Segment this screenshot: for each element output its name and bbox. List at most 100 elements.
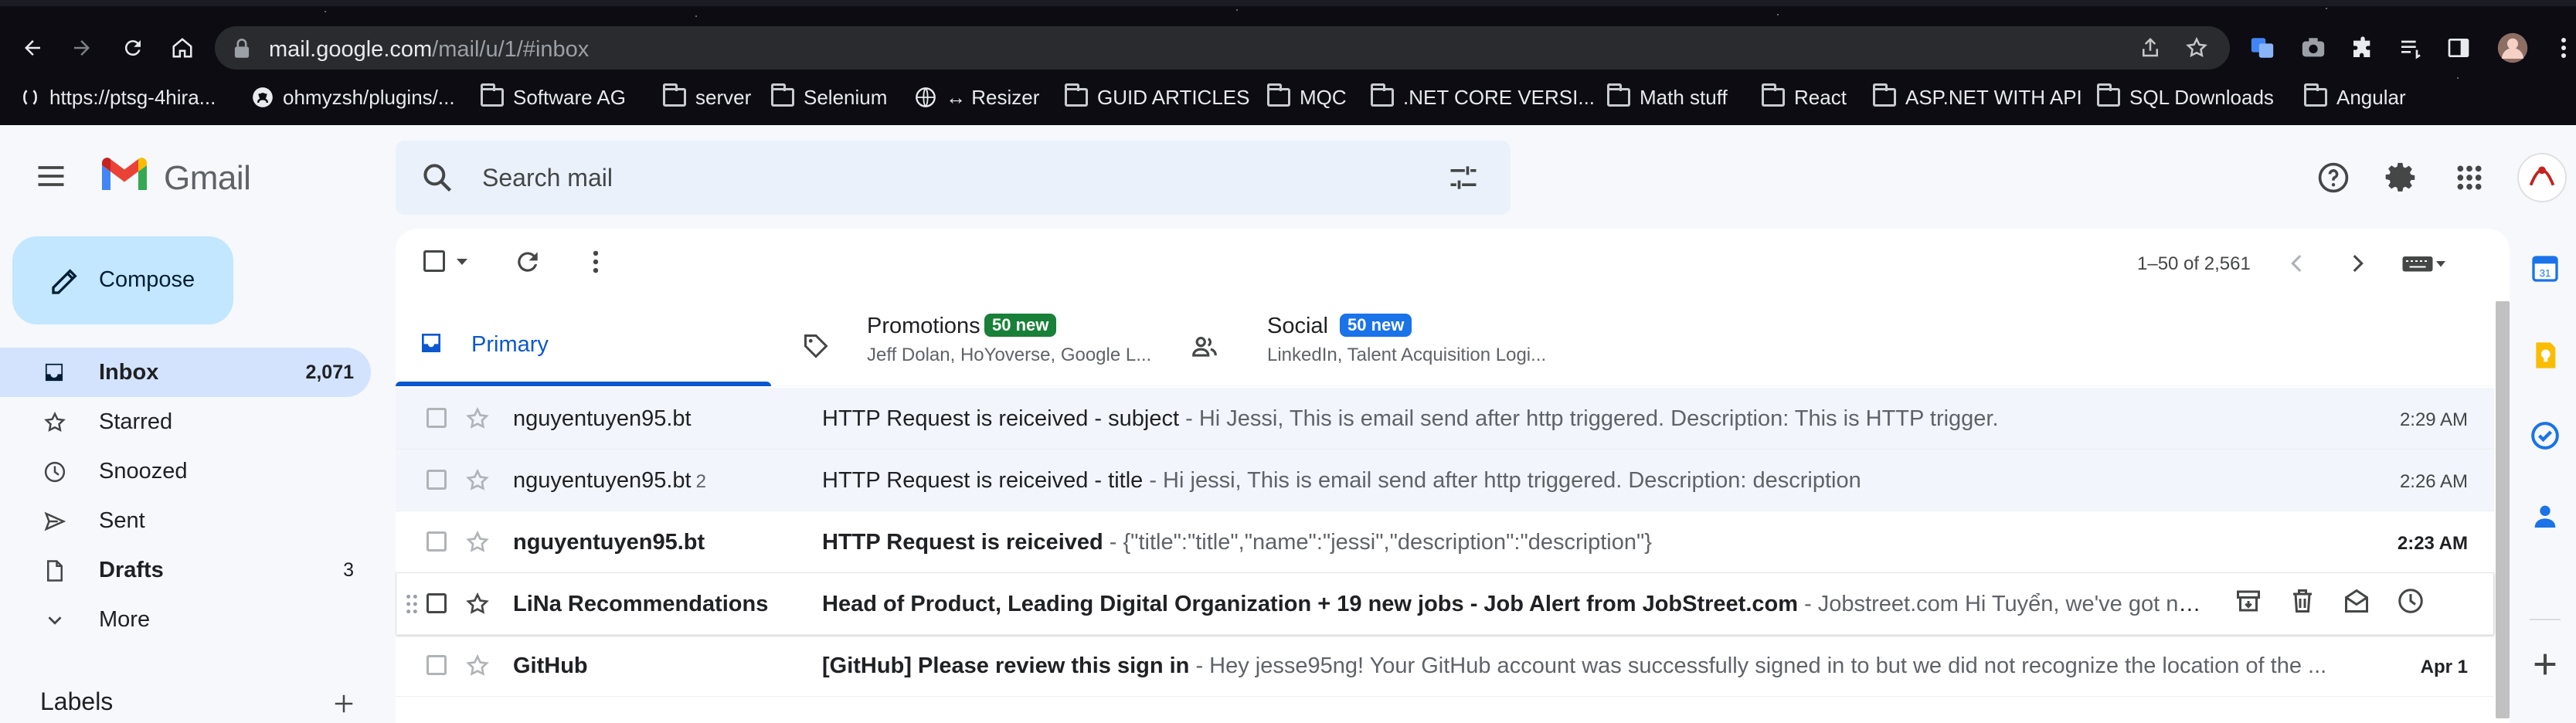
folder-icon <box>2097 83 2120 107</box>
bookmark-label: ASP.NET WITH API <box>1905 85 2082 109</box>
back-button[interactable] <box>14 29 51 66</box>
nav-label: Starred <box>99 409 173 434</box>
star-toggle-icon[interactable] <box>465 530 490 555</box>
tab-social[interactable]: Social 50 new LinkedIn, Talent Acquisiti… <box>1161 301 1550 386</box>
bookmark-folder[interactable]: .NET CORE VERSI... <box>1371 80 1595 114</box>
email-row[interactable]: nguyentuyen95.bt HTTP Request is reiceiv… <box>396 388 2494 450</box>
archive-icon[interactable] <box>2234 587 2262 615</box>
bookmark-folder[interactable]: MQC <box>1267 80 1347 114</box>
camera-extension-icon[interactable] <box>2296 31 2330 65</box>
send-icon <box>44 511 66 531</box>
bookmark-item[interactable]: https://ptsg-4hira... <box>20 80 216 114</box>
puzzle-extensions-icon[interactable] <box>2346 31 2380 65</box>
forward-button[interactable] <box>63 29 100 66</box>
nav-label: Inbox <box>99 360 159 385</box>
nav-item-drafts[interactable]: Drafts 3 <box>0 545 371 595</box>
row-hover-actions <box>2234 587 2425 615</box>
mail-folders-nav: Inbox 2,071 Starred Snoozed Sent Drafts … <box>0 348 376 644</box>
more-vert-icon[interactable] <box>581 247 610 277</box>
keep-icon[interactable] <box>2530 340 2561 371</box>
mark-read-envelope-icon[interactable] <box>2343 587 2370 615</box>
settings-button[interactable] <box>2380 156 2423 199</box>
input-tools-keyboard-icon[interactable] <box>2401 252 2448 275</box>
nav-item-inbox[interactable]: Inbox 2,071 <box>0 348 371 397</box>
list-scrollbar[interactable] <box>2496 301 2510 718</box>
nav-item-snoozed[interactable]: Snoozed <box>0 446 371 496</box>
email-row[interactable]: nguyentuyen95.bt 2 HTTP Request is reicei… <box>396 450 2494 511</box>
nav-label: Sent <box>99 508 145 533</box>
reading-list-icon[interactable] <box>2394 31 2428 65</box>
bookmark-item[interactable]: ↔ Resizer <box>915 80 1039 114</box>
support-button[interactable] <box>2312 156 2355 199</box>
bookmark-folder[interactable]: React <box>1762 80 1847 114</box>
row-checkbox[interactable] <box>427 531 447 552</box>
search-input[interactable] <box>482 159 1332 196</box>
star-toggle-icon[interactable] <box>465 592 490 616</box>
older-page-icon[interactable] <box>2344 250 2370 277</box>
home-button[interactable] <box>164 29 201 66</box>
email-row[interactable]: GitHub [GitHub] Please review this sign … <box>396 635 2494 697</box>
tab-strip[interactable] <box>0 0 2576 6</box>
nav-item-sent[interactable]: Sent <box>0 496 371 545</box>
bookmark-folder[interactable]: server <box>663 80 751 114</box>
bookmark-folder[interactable]: Selenium <box>771 80 887 114</box>
bookmark-folder[interactable]: GUID ARTICLES <box>1065 80 1249 114</box>
bookmark-item[interactable]: ohmyzsh/plugins/... <box>252 80 455 114</box>
reload-button[interactable] <box>114 29 151 66</box>
nav-item-more[interactable]: More <box>0 595 371 644</box>
account-avatar[interactable] <box>2517 153 2567 202</box>
row-checkbox[interactable] <box>427 408 447 428</box>
search-options-icon[interactable] <box>1446 161 1480 195</box>
row-checkbox[interactable] <box>427 593 447 613</box>
side-panel-icon[interactable] <box>2442 31 2476 65</box>
gmail-logo[interactable] <box>99 156 150 195</box>
email-sender: nguyentuyen95.bt <box>513 406 692 431</box>
rail-divider <box>2530 619 2561 620</box>
nav-item-starred[interactable]: Starred <box>0 397 371 446</box>
email-content: HTTP Request is reiceived - title - Hi j… <box>822 468 2336 494</box>
calendar-icon[interactable]: 31 <box>2530 253 2561 284</box>
email-snippet: - Jobstreet.com Hi Tuyển, we've got new … <box>1798 592 2213 616</box>
bookmark-star-icon[interactable] <box>2185 36 2208 59</box>
tab-promotions[interactable]: Promotions 50 new Jeff Dolan, HoYoverse,… <box>771 301 1161 386</box>
select-dropdown-icon[interactable] <box>454 256 470 267</box>
bookmark-folder[interactable]: ASP.NET WITH API <box>1873 80 2082 114</box>
share-icon[interactable] <box>2139 36 2162 59</box>
star-toggle-icon[interactable] <box>465 468 490 493</box>
folder-icon <box>1065 83 1088 107</box>
compose-button[interactable]: Compose <box>12 236 233 324</box>
contacts-icon[interactable] <box>2530 501 2561 531</box>
email-row[interactable]: LiNa Recommendations Head of Product, Le… <box>396 573 2494 635</box>
url-text: mail.google.com/mail/u/1/#inbox <box>269 37 590 62</box>
profile-avatar-icon[interactable] <box>2496 31 2530 65</box>
bookmark-folder[interactable]: SQL Downloads <box>2097 80 2274 114</box>
main-menu-button[interactable] <box>34 159 68 193</box>
search-icon[interactable] <box>420 161 454 195</box>
get-addons-plus-icon[interactable] <box>2530 649 2561 680</box>
address-bar[interactable]: mail.google.com/mail/u/1/#inbox <box>215 26 2230 70</box>
email-row[interactable]: nguyentuyen95.bt HTTP Request is reiceiv… <box>396 511 2494 573</box>
nav-label: Snoozed <box>99 459 188 484</box>
apps-button[interactable] <box>2448 156 2491 199</box>
bookmark-label: server <box>695 85 752 109</box>
star-toggle-icon[interactable] <box>465 406 490 431</box>
refresh-icon[interactable] <box>513 247 542 277</box>
snooze-clock-icon[interactable] <box>2397 587 2425 615</box>
drag-handle-icon[interactable] <box>405 593 419 615</box>
row-checkbox[interactable] <box>427 470 447 490</box>
email-date: Apr 1 <box>2420 657 2468 677</box>
star-toggle-icon[interactable] <box>465 653 490 678</box>
translate-extension-icon[interactable] <box>2245 31 2279 65</box>
tab-primary[interactable]: Primary <box>396 301 771 386</box>
bookmark-folder[interactable]: Math stuff <box>1607 80 1728 114</box>
tasks-icon[interactable] <box>2530 420 2561 451</box>
row-checkbox[interactable] <box>427 655 447 675</box>
bookmark-label: MQC <box>1300 85 1347 109</box>
draft-count: 3 <box>343 559 354 581</box>
trash-icon[interactable] <box>2289 587 2316 615</box>
select-all-checkbox[interactable] <box>423 250 445 272</box>
bookmark-folder[interactable]: Software AG <box>481 80 626 114</box>
chrome-menu-icon[interactable] <box>2547 31 2576 65</box>
newer-page-icon[interactable] <box>2284 250 2310 277</box>
bookmark-folder[interactable]: Angular <box>2304 80 2406 114</box>
